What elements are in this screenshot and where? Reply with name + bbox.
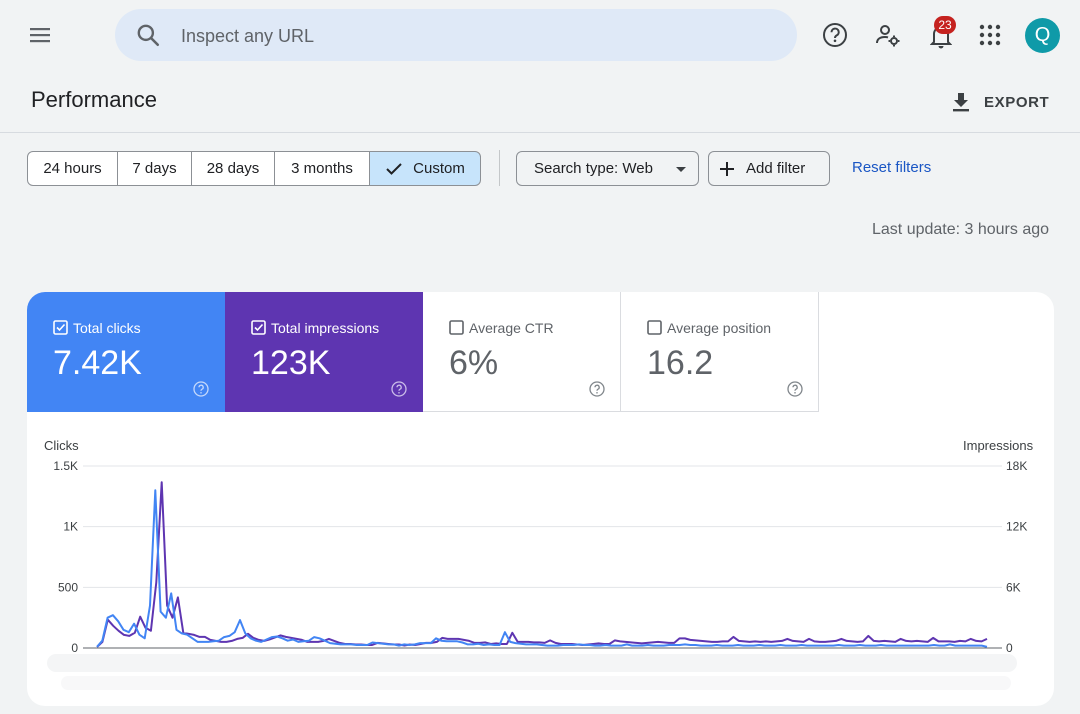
range-28-days[interactable]: 28 days <box>191 151 275 186</box>
page-header: Performance EXPORT <box>0 70 1080 133</box>
performance-card: Total clicks 7.42K Total impressions 123… <box>27 292 1054 706</box>
add-filter-button[interactable]: Add filter <box>708 151 830 186</box>
date-range-selector: 24 hours 7 days 28 days 3 months Custom <box>27 151 481 186</box>
export-label: EXPORT <box>984 93 1050 111</box>
check-icon <box>386 162 402 175</box>
impressions-series-line <box>96 481 988 648</box>
range-label: 24 hours <box>43 160 102 177</box>
notifications-badge: 23 <box>934 16 956 34</box>
range-label: 28 days <box>206 160 260 177</box>
range-custom[interactable]: Custom <box>369 151 481 186</box>
caret-down-icon <box>676 167 686 172</box>
divider <box>499 150 500 186</box>
left-tick-label: 1.5K <box>53 459 78 473</box>
right-tick-label: 18K <box>1006 459 1027 473</box>
range-label: Custom <box>413 160 465 177</box>
performance-chart: 0 0 500 6K 1K 12K 1.5K 18K <box>53 459 1027 655</box>
left-tick-label: 1K <box>63 520 78 534</box>
top-bar: 23 Q <box>0 0 1080 70</box>
range-3-months[interactable]: 3 months <box>274 151 370 186</box>
search-icon <box>137 24 160 47</box>
range-7-days[interactable]: 7 days <box>117 151 192 186</box>
range-24-hours[interactable]: 24 hours <box>27 151 118 186</box>
reset-filters-link[interactable]: Reset filters <box>852 159 931 176</box>
add-filter-label: Add filter <box>746 160 806 177</box>
search-type-dropdown[interactable]: Search type: Web <box>516 151 699 186</box>
download-icon <box>953 93 969 112</box>
right-tick-label: 12K <box>1006 520 1027 534</box>
chart-date-axis-placeholder <box>47 654 1017 672</box>
apps-grid-icon[interactable] <box>977 22 1003 48</box>
right-tick-label: 0 <box>1006 641 1013 655</box>
left-tick-label: 0 <box>71 641 78 655</box>
export-button[interactable]: EXPORT <box>950 88 1049 116</box>
left-tick-label: 500 <box>58 580 78 594</box>
last-update-text: Last update: 3 hours ago <box>872 221 1050 238</box>
search-bar <box>115 9 797 61</box>
help-icon[interactable] <box>821 21 849 49</box>
menu-icon[interactable] <box>24 20 56 50</box>
clicks-series-line <box>96 489 988 648</box>
search-type-label: Search type: Web <box>534 160 653 177</box>
search-input[interactable] <box>179 19 773 53</box>
page-title: Performance <box>31 87 157 112</box>
right-tick-label: 6K <box>1006 580 1021 594</box>
user-settings-icon[interactable] <box>874 21 902 49</box>
avatar[interactable]: Q <box>1025 18 1060 53</box>
range-label: 3 months <box>291 160 353 177</box>
chart-date-axis-placeholder <box>61 676 1011 690</box>
plus-icon <box>720 161 734 176</box>
range-label: 7 days <box>132 160 177 177</box>
